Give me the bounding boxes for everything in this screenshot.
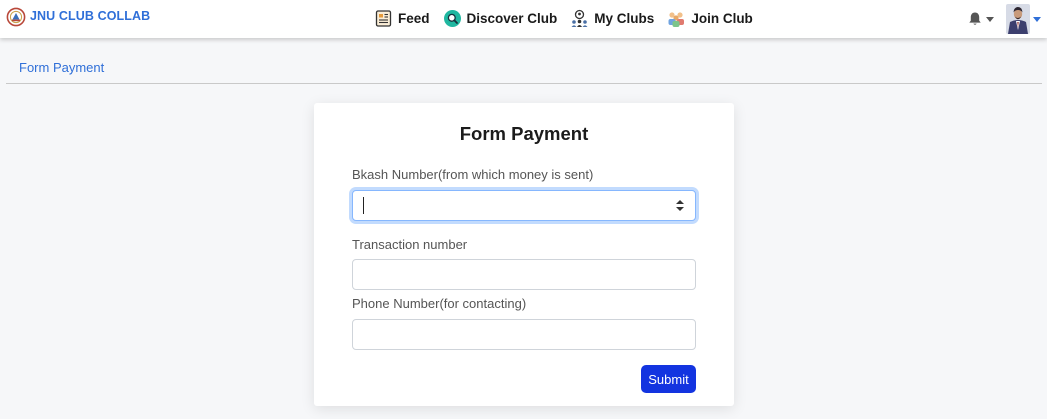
nav-right-group [967, 4, 1041, 34]
form-title: Form Payment [459, 123, 589, 144]
phone-number-label: Phone Number(for contacting) [352, 296, 527, 311]
nav-feed[interactable]: Feed [374, 9, 430, 28]
nav-discover-club[interactable]: Discover Club [443, 9, 558, 28]
bkash-number-label: Bkash Number(from which money is sent) [352, 167, 594, 182]
notifications-caret-icon [986, 16, 994, 22]
club-logo-icon [6, 7, 26, 27]
discover-icon [443, 9, 461, 27]
top-navbar: JNU CLUB COLLAB Feed Discover Club My Cl… [0, 0, 1047, 38]
nav-feed-label: Feed [398, 10, 430, 26]
text-cursor [363, 197, 364, 214]
nav-join-club-label: Join Club [691, 10, 753, 26]
spinner-up-icon[interactable] [676, 200, 684, 204]
nav-discover-club-label: Discover Club [466, 10, 558, 26]
bkash-number-input[interactable] [352, 190, 696, 221]
spinner-down-icon[interactable] [676, 207, 684, 211]
breadcrumb-divider [6, 83, 1042, 84]
phone-number-input[interactable] [352, 319, 696, 350]
brand-name: JNU CLUB COLLAB [30, 9, 151, 23]
submit-button[interactable]: Submit [641, 365, 696, 393]
notifications-dropdown[interactable] [967, 11, 994, 27]
breadcrumb[interactable]: Form Payment [19, 60, 104, 75]
avatar-icon [1006, 4, 1030, 34]
main-nav: Feed Discover Club My Clubs Join Club [374, 7, 766, 29]
feed-icon [375, 9, 392, 27]
payment-form-card: Form Payment Bkash Number(from which mon… [314, 103, 734, 406]
join-club-icon [668, 11, 685, 27]
nav-join-club[interactable]: Join Club [667, 9, 753, 28]
brand-link[interactable]: JNU CLUB COLLAB [6, 7, 150, 29]
my-clubs-icon [571, 9, 588, 27]
nav-my-clubs[interactable]: My Clubs [570, 9, 654, 28]
transaction-number-input[interactable] [352, 259, 696, 290]
profile-caret-icon [1033, 16, 1041, 22]
bell-icon [969, 12, 981, 25]
number-spinner[interactable] [675, 199, 685, 213]
transaction-number-label: Transaction number [352, 237, 468, 252]
nav-my-clubs-label: My Clubs [594, 10, 655, 26]
profile-dropdown[interactable] [1006, 4, 1041, 34]
